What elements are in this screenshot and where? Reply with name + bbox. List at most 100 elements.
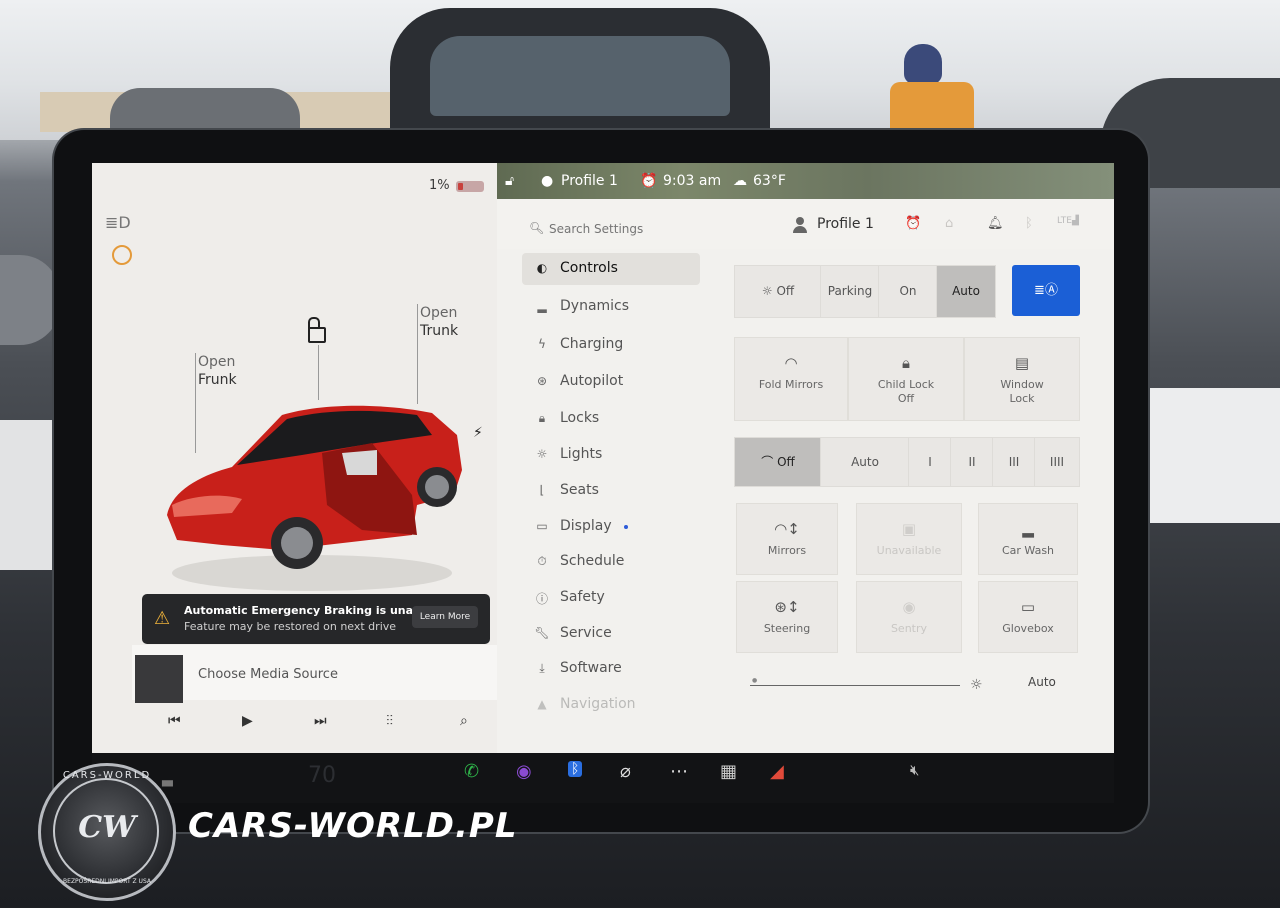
auto-headlights-icon: ≣D	[105, 213, 131, 232]
child-lock-button[interactable]: 🔒︎ Child Lock Off	[848, 337, 964, 421]
frunk-line2: Frunk	[198, 372, 237, 388]
media-source-label[interactable]: Choose Media Source	[198, 667, 338, 682]
calendar-app-icon[interactable]: ▦	[720, 761, 737, 782]
wipers-speed-2-button[interactable]: II	[950, 437, 994, 487]
nav-label: Software	[560, 660, 622, 676]
homelink-icon[interactable]: ⌂	[945, 216, 953, 231]
charge-port-icon[interactable]: ⚡	[473, 425, 483, 441]
nav-label: Seats	[560, 482, 599, 498]
car-wash-icon: ▂	[1022, 520, 1034, 538]
nav-item-charging[interactable]: ϟ Charging	[522, 329, 700, 361]
status-temperature: 63°F	[753, 173, 786, 189]
notification-bell-icon[interactable]: 🔔︎	[987, 216, 1004, 231]
touchscreen: 1% ≣D Open Frunk Open Trunk ⚡ ⚠ Automati…	[92, 163, 1114, 753]
nav-item-schedule[interactable]: ⏱ Schedule	[522, 546, 700, 578]
warning-triangle-icon: ⚠	[154, 608, 171, 629]
headlights-auto-button[interactable]: Auto	[936, 265, 996, 318]
more-apps-icon[interactable]: ⋯	[670, 761, 688, 782]
nav-item-software[interactable]: ⤓ Software	[522, 653, 700, 685]
unlock-icon[interactable]	[308, 317, 326, 343]
alarm-clock-icon[interactable]: ⏰	[905, 216, 921, 231]
navigation-app-icon[interactable]: ◢	[770, 761, 784, 782]
car-3d-model[interactable]	[162, 395, 462, 595]
wipers-off-button[interactable]: ⌒ Off	[734, 437, 822, 487]
steering-adjust-button[interactable]: ⊛↕ Steering	[736, 581, 838, 653]
nav-item-autopilot[interactable]: ⊛ Autopilot	[522, 366, 700, 398]
volume-mute-icon[interactable]: 🔇︎	[910, 761, 919, 779]
nav-item-navigation[interactable]: ▲ Navigation	[522, 689, 700, 721]
profile-icon[interactable]	[793, 217, 807, 233]
nav-item-service[interactable]: 🔧︎ Service	[522, 618, 700, 650]
nav-item-seats[interactable]: ⌊ Seats	[522, 475, 700, 507]
wipers-speed-4-button[interactable]: IIII	[1034, 437, 1080, 487]
profile-name[interactable]: Profile 1	[817, 216, 874, 232]
car-wash-button[interactable]: ▂ Car Wash	[978, 503, 1078, 575]
media-controls: ⏮ ▶ ⏭ ⫶⫶ ⌕	[132, 703, 502, 743]
settings-search-input[interactable]	[547, 218, 751, 240]
status-bar: 🔓︎ ● Profile 1 ⏰ 9:03 am ☁ 63°F	[497, 163, 1114, 199]
wipers-speed-3-button[interactable]: III	[992, 437, 1036, 487]
sun-icon: ☼	[536, 447, 548, 461]
nav-label: Controls	[560, 260, 618, 276]
media-player[interactable]: Choose Media Source	[132, 645, 502, 703]
auto-high-beam-button[interactable]: ≣Ⓐ	[1012, 265, 1080, 316]
nav-item-lights[interactable]: ☼ Lights	[522, 439, 700, 471]
nav-item-safety[interactable]: ⓘ Safety	[522, 582, 700, 614]
background-worker	[890, 44, 974, 140]
fold-mirrors-button[interactable]: ◠ Fold Mirrors	[734, 337, 848, 421]
wipers-auto-button[interactable]: Auto	[820, 437, 910, 487]
media-search-icon[interactable]: ⌕	[460, 713, 468, 729]
info-icon: ⓘ	[535, 592, 548, 606]
bluetooth-app-icon[interactable]: ᛒ	[568, 761, 583, 777]
headlights-parking-button[interactable]: Parking	[820, 265, 880, 318]
dock-temperature-readout[interactable]: 70	[308, 763, 336, 788]
bottom-dock: ▃ 70 ✆ ◉ ᛒ ⌀ ⋯ ▦ ◢ 🔇︎	[92, 753, 1114, 803]
defrost-icon[interactable]: ⌀	[620, 761, 631, 782]
car-front-rim	[281, 527, 313, 559]
status-profile-name[interactable]: Profile 1	[561, 173, 618, 189]
brightness-slider[interactable]	[750, 685, 960, 686]
wipers-speed-1-button[interactable]: I	[908, 437, 952, 487]
phone-icon[interactable]: ✆	[464, 761, 479, 782]
nav-item-dynamics[interactable]: ▂ Dynamics	[522, 291, 700, 323]
headlights-on-button[interactable]: On	[878, 265, 938, 318]
sentry-button[interactable]: ◉ Sentry	[856, 581, 962, 653]
bluetooth-icon[interactable]: ᛒ	[1025, 216, 1033, 231]
glovebox-button[interactable]: ▭ Glovebox	[978, 581, 1078, 653]
brightness-auto-button[interactable]: Auto	[1028, 675, 1056, 689]
nav-label: Dynamics	[560, 298, 630, 314]
clock-icon: ⏱	[537, 554, 547, 568]
mirrors-adjust-button[interactable]: ◠↕ Mirrors	[736, 503, 838, 575]
camera-app-icon[interactable]: ◉	[516, 761, 532, 782]
brand-watermark: CARS-WORLD.PL	[188, 806, 518, 846]
car-seat	[342, 450, 377, 475]
sentry-label: Sentry	[890, 622, 928, 635]
status-lock-icon[interactable]: 🔓︎	[505, 173, 514, 189]
nav-item-locks[interactable]: 🔒︎ Locks	[522, 403, 700, 435]
equalizer-icon[interactable]: ⫶⫶	[386, 713, 393, 729]
brightness-high-icon: ☼	[970, 677, 983, 693]
steering-label: Steering	[763, 622, 811, 635]
car-wash-label: Car Wash	[1001, 544, 1055, 557]
status-alarm-icon: ⏰	[640, 173, 658, 189]
lte-signal-icon: LTE▟	[1057, 216, 1079, 226]
status-time: 9:03 am	[663, 173, 722, 189]
background-car-window	[430, 36, 730, 116]
previous-track-icon[interactable]: ⏮	[168, 713, 181, 729]
aeb-alert-banner[interactable]: ⚠ Automatic Emergency Braking is unav...…	[142, 594, 490, 644]
open-trunk-button[interactable]: Open Trunk	[420, 304, 458, 340]
trunk-line2: Trunk	[420, 323, 459, 339]
unavailable-icon: ▣	[901, 520, 917, 538]
nav-item-display[interactable]: ▭ Display	[522, 511, 700, 543]
play-icon[interactable]: ▶	[242, 713, 253, 729]
car-rear-rim	[425, 475, 449, 499]
open-frunk-button[interactable]: Open Frunk	[198, 353, 237, 389]
next-track-icon[interactable]: ⏭	[314, 713, 327, 729]
nav-item-controls[interactable]: ◐ Controls	[522, 253, 700, 285]
learn-more-button[interactable]: Learn More	[412, 606, 478, 628]
window-lock-button[interactable]: ▤ Window Lock	[964, 337, 1080, 421]
headlights-off-button[interactable]: ☼ Off	[734, 265, 822, 318]
headlights-sun-icon: ☼	[761, 284, 773, 298]
display-update-dot	[624, 525, 628, 529]
brightness-low-icon: ●	[752, 677, 758, 684]
